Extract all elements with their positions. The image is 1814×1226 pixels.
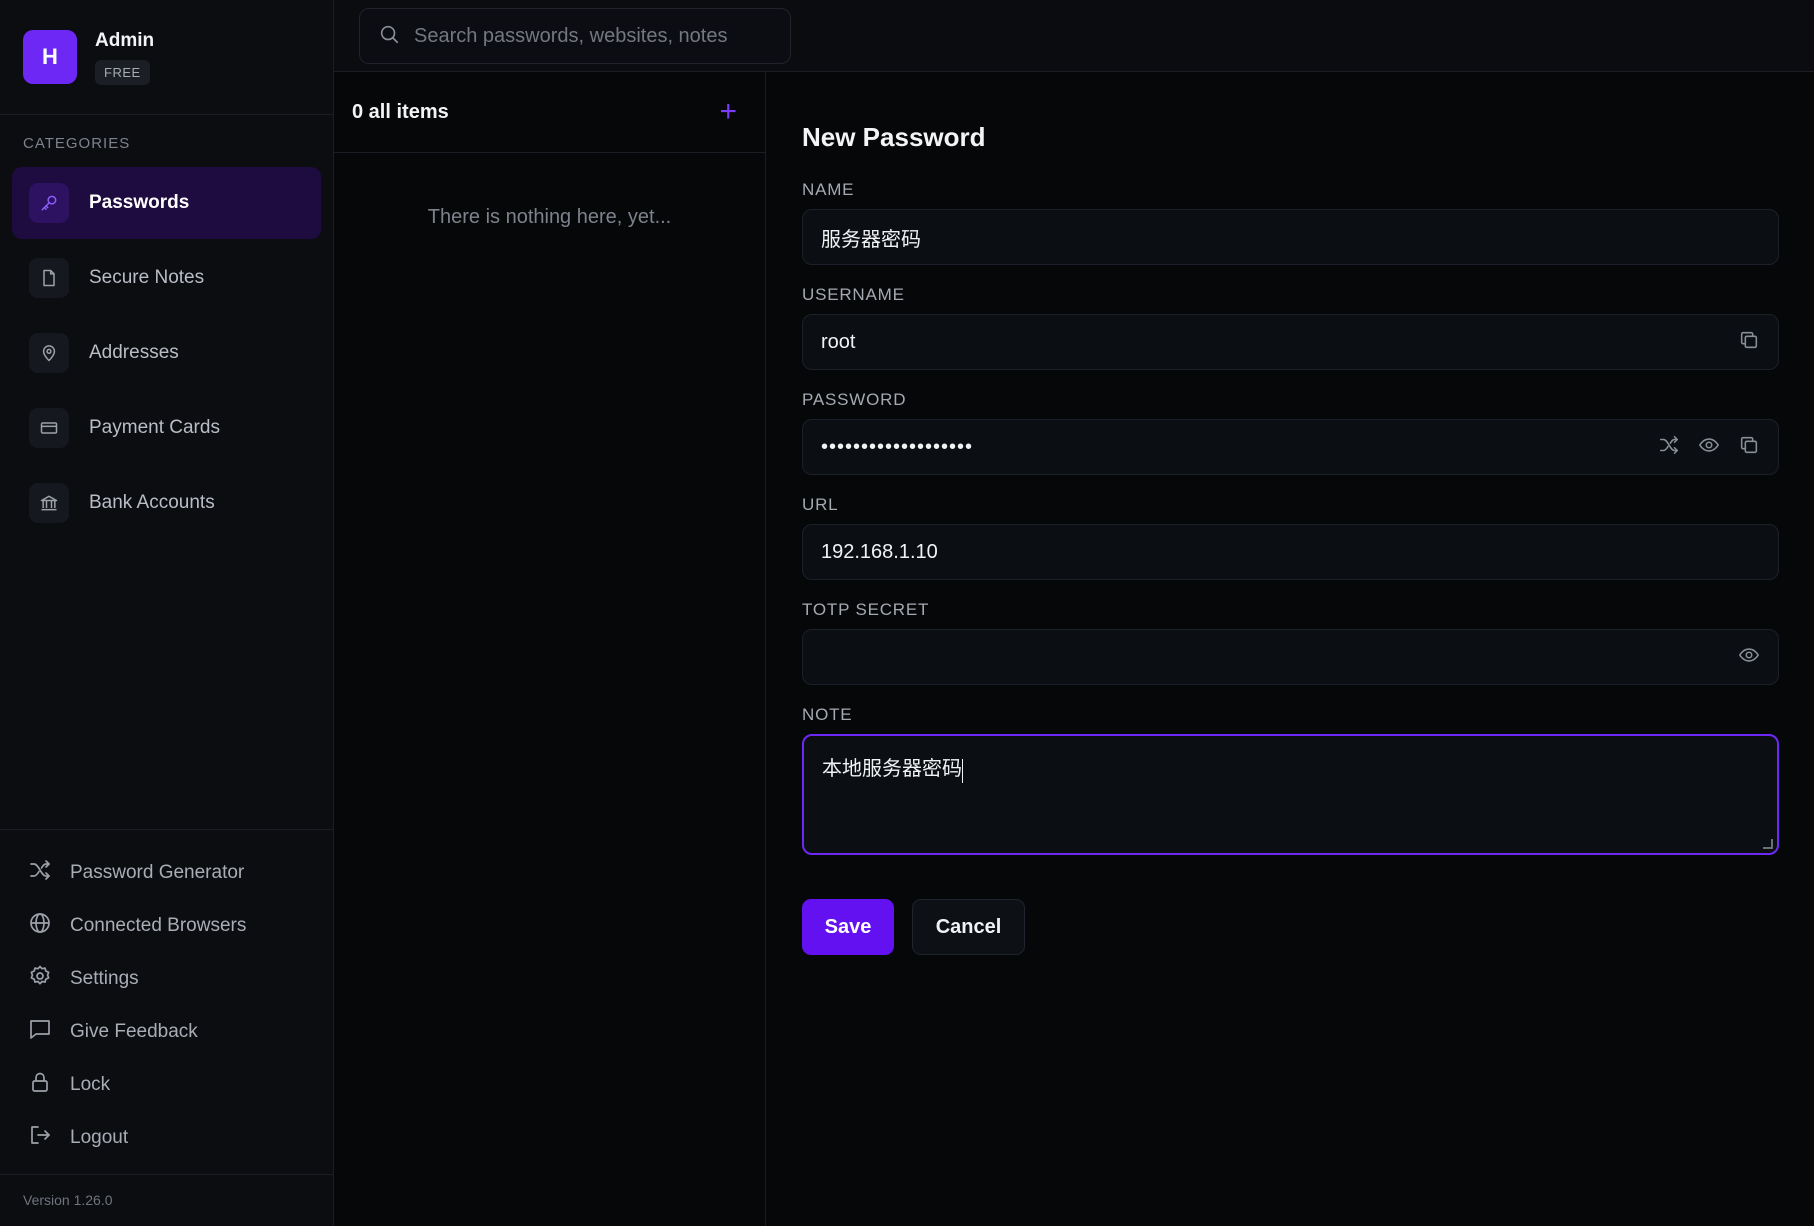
nav-connected-browsers[interactable]: Connected Browsers	[0, 899, 333, 952]
totp-field[interactable]	[802, 629, 1779, 685]
copy-icon[interactable]	[1738, 434, 1760, 461]
sidebar: H Admin FREE CATEGORIES Passwords Secure…	[0, 0, 334, 1226]
note-value: 本地服务器密码	[822, 758, 962, 780]
sidebar-item-label: Passwords	[89, 192, 190, 213]
url-field[interactable]: 192.168.1.10	[802, 524, 1779, 580]
nav-logout[interactable]: Logout	[0, 1111, 333, 1164]
password-field[interactable]: •••••••••••••••••••	[802, 419, 1779, 475]
form-title: New Password	[802, 122, 986, 152]
text-caret	[962, 758, 963, 783]
sidebar-item-label: Payment Cards	[89, 417, 220, 438]
credit-card-icon	[29, 408, 69, 448]
cancel-button[interactable]: Cancel	[912, 899, 1025, 955]
bank-icon	[29, 483, 69, 523]
note-icon	[29, 258, 69, 298]
name-value: 服务器密码	[821, 228, 921, 251]
username-label: USERNAME	[802, 285, 905, 304]
sidebar-item-secure-notes[interactable]: Secure Notes	[12, 242, 321, 314]
search-input[interactable]	[414, 24, 774, 48]
items-count: 0 all items	[352, 100, 449, 123]
sidebar-item-payment-cards[interactable]: Payment Cards	[12, 392, 321, 464]
password-value: •••••••••••••••••••	[821, 435, 974, 458]
nav-label: Connected Browsers	[70, 914, 247, 936]
bottom-nav: Password Generator Connected Browsers Se…	[0, 829, 333, 1164]
list-header: 0 all items +	[334, 72, 765, 153]
eye-icon[interactable]	[1698, 434, 1720, 461]
password-label: PASSWORD	[802, 390, 907, 409]
sidebar-item-label: Bank Accounts	[89, 492, 215, 513]
save-button[interactable]: Save	[802, 899, 894, 955]
top-bar	[334, 0, 1814, 72]
sidebar-item-bank-accounts[interactable]: Bank Accounts	[12, 467, 321, 539]
globe-icon	[28, 911, 52, 940]
totp-label: TOTP SECRET	[802, 600, 930, 619]
nav-label: Settings	[70, 967, 139, 989]
profile-name: Admin	[95, 29, 155, 51]
logout-icon	[28, 1123, 52, 1152]
note-label: NOTE	[802, 705, 853, 724]
nav-label: Logout	[70, 1126, 129, 1148]
nav-give-feedback[interactable]: Give Feedback	[0, 1005, 333, 1058]
nav-label: Password Generator	[70, 861, 245, 883]
sidebar-item-label: Secure Notes	[89, 267, 205, 288]
name-field[interactable]: 服务器密码	[802, 209, 1779, 265]
gear-icon	[28, 964, 52, 993]
nav-settings[interactable]: Settings	[0, 952, 333, 1005]
categories-heading: CATEGORIES	[23, 135, 131, 152]
shuffle-icon[interactable]	[1658, 434, 1680, 461]
map-pin-icon	[29, 333, 69, 373]
plan-badge: FREE	[95, 59, 150, 85]
main-area: 0 all items + There is nothing here, yet…	[334, 0, 1814, 1226]
shuffle-icon	[28, 858, 52, 887]
add-item-button[interactable]: +	[719, 97, 737, 127]
username-field[interactable]: root	[802, 314, 1779, 370]
username-value: root	[821, 330, 856, 353]
chat-icon	[28, 1017, 52, 1046]
version-label: Version 1.26.0	[0, 1174, 333, 1226]
eye-icon[interactable]	[1738, 644, 1760, 671]
name-label: NAME	[802, 180, 855, 199]
resize-handle[interactable]	[1763, 839, 1773, 849]
sidebar-item-addresses[interactable]: Addresses	[12, 317, 321, 389]
nav-lock[interactable]: Lock	[0, 1058, 333, 1111]
nav-password-generator[interactable]: Password Generator	[0, 846, 333, 899]
key-icon	[29, 183, 69, 223]
url-value: 192.168.1.10	[821, 540, 938, 563]
url-label: URL	[802, 495, 839, 514]
profile-header: H Admin FREE	[0, 0, 333, 115]
sidebar-item-label: Addresses	[89, 342, 179, 363]
nav-label: Give Feedback	[70, 1020, 198, 1042]
search-icon	[378, 23, 400, 50]
nav-label: Lock	[70, 1073, 111, 1095]
copy-icon[interactable]	[1738, 329, 1760, 356]
new-password-form: New Password NAME 服务器密码 USERNAME root PA…	[766, 72, 1814, 1226]
empty-state-text: There is nothing here, yet...	[427, 206, 672, 228]
avatar[interactable]: H	[23, 30, 77, 84]
search-box[interactable]	[359, 8, 791, 64]
note-textarea[interactable]: 本地服务器密码	[802, 734, 1779, 855]
items-list-pane: 0 all items + There is nothing here, yet…	[334, 72, 766, 1226]
lock-icon	[28, 1070, 52, 1099]
sidebar-item-passwords[interactable]: Passwords	[12, 167, 321, 239]
